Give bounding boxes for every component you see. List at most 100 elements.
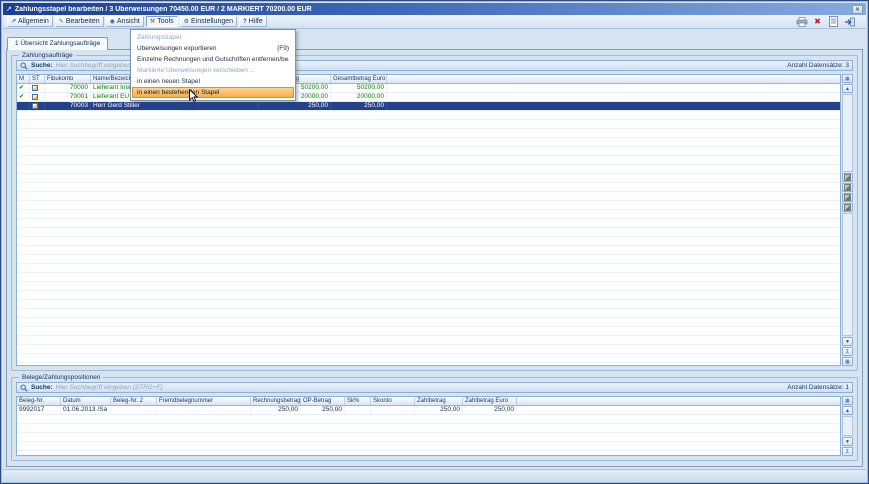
grid-extra-button-1[interactable] [842,173,853,182]
document-button[interactable] [827,16,840,28]
cell-sk [345,406,371,414]
menu-bearbeiten-label: Bearbeiten [66,18,100,25]
menu-item-markierte-verschieben: Markierte Überweisungen verschieben ... [132,65,294,76]
marked-check-icon: ✔ [19,85,24,91]
cell-name: Herr Gerd Stiller [91,102,199,110]
payment-type-icon [32,85,38,91]
mouse-cursor [189,89,201,103]
allgemein-icon: ↗ [11,19,16,25]
menu-ansicht[interactable]: ◉ Ansicht [106,16,144,27]
menu-item-in-bestehenden-stapel[interactable]: in einen bestehenden Stapel [132,87,294,98]
column-header-beleg-nr-2[interactable]: Beleg-Nr. 2 [111,397,157,405]
menu-allgemein-label: Allgemein [18,18,49,25]
title-bar: ↗ Zahlungsstapel bearbeiten / 3 Überweis… [3,3,866,15]
column-header-op-betrag[interactable]: OP-Betrag [301,397,345,405]
menu-hilfe-label: Hilfe [249,18,263,25]
cell-fremdbelegnummer [157,406,251,414]
cell-skonto [371,406,415,414]
column-header-rechnungsbetrag[interactable]: Rechnungsbetrag [251,397,301,405]
grid-extra-icon [845,195,850,200]
columns-button[interactable]: ▦ [842,74,853,83]
columns-button[interactable]: ▦ [842,396,853,405]
content-panel: Zahlungsaufträge Suche: Hier Suchbegriff… [6,49,863,467]
status-bar [3,469,866,481]
column-header-fibukonto[interactable]: Fibukonto [45,75,91,83]
sum-button[interactable]: Σ [842,347,853,356]
payments-grid-sidebar: ▦ ▲ ▼ Σ ▦ [842,74,853,366]
tab-strip: 1 Übersicht Zahlungsaufträge [7,37,108,50]
column-header-sk[interactable]: Sk% [345,397,371,405]
document-icon [829,16,838,27]
column-header-m[interactable]: M [17,75,30,83]
grid-view-button[interactable]: ▦ [842,357,853,366]
table-row[interactable]: 9992017 01.06.2013 /Sa 250,00 250,00 250… [17,406,840,415]
empty-rows-area [17,111,840,365]
search-icon [20,384,28,392]
menu-bar: ↗ Allgemein ✎ Bearbeiten ◉ Ansicht ⚒ Too… [3,15,866,29]
column-header-fremdbelegnummer[interactable]: Fremdbelegnummer [157,397,251,405]
menu-bearbeiten[interactable]: ✎ Bearbeiten [55,16,104,27]
menu-einstellungen[interactable]: ⚙ Einstellungen [180,16,237,27]
cell-zahlbetrag-euro: 250,00 [463,406,517,414]
print-button[interactable] [795,16,808,28]
view-icon: ◉ [110,19,115,25]
scrollbar-track[interactable] [842,416,853,436]
menu-ansicht-label: Ansicht [117,18,140,25]
belege-zahlungspositionen-group: Belege/Zahlungspositionen Suche: Hier Su… [11,377,858,461]
cell-zahlbetrag: 250,00 [415,406,463,414]
menu-allgemein[interactable]: ↗ Allgemein [7,16,53,27]
cell-gesamtbetrag-euro: 250,00 [331,102,387,110]
delete-button[interactable]: ✖ [811,16,824,28]
red-x-icon: ✖ [814,18,821,26]
empty-rows-area [17,415,840,455]
cell-fibukonto: 70003 [45,102,91,110]
grid-extra-icon [845,205,850,210]
column-header-gesamtbetrag-euro[interactable]: Gesamtbetrag Euro [331,75,387,83]
window-title: Zahlungsstapel bearbeiten / 3 Überweisun… [15,6,849,13]
exit-button[interactable] [843,16,856,28]
cell-beleg-nr-2 [111,406,157,414]
app-window: ↗ Zahlungsstapel bearbeiten / 3 Überweis… [0,0,869,484]
cell-datum: 01.06.2013 /Sa [61,406,111,414]
grid-extra-button-3[interactable] [842,193,853,202]
column-header-zahlbetrag[interactable]: Zahlbetrag [415,397,463,405]
exit-icon [844,17,855,27]
positions-table: Beleg-Nr. Datum Beleg-Nr. 2 Fremdbelegnu… [16,396,841,456]
sum-button[interactable]: Σ [842,447,853,456]
tools-menu: Zahlungsstapel Überweisungen exportieren… [130,29,296,101]
menu-item-einzelne-rechnungen-entfernen[interactable]: Einzelne Rechnungen und Gutschriften ent… [132,54,294,65]
grid-extra-button-4[interactable] [842,203,853,212]
menu-einstellungen-label: Einstellungen [191,18,233,25]
close-window-button[interactable]: ✕ [852,5,863,14]
tab-uebersicht-zahlungsauftraege[interactable]: 1 Übersicht Zahlungsaufträge [7,37,108,50]
menu-item-in-neuen-stapel[interactable]: in einen neuen Stapel [132,76,294,87]
edit-pencil-icon: ✎ [59,19,64,25]
column-header-zahlbetrag-euro[interactable]: Zahlbetrag Euro [463,397,517,405]
grid-extra-button-2[interactable] [842,183,853,192]
payments-table: M ST Fibukonto Name/Bezeichnung Gesamtbe… [16,74,841,366]
scrollbar-track[interactable] [842,94,853,172]
scroll-down-button[interactable]: ▼ [842,337,853,346]
grid-extra-icon [845,185,850,190]
positions-search-input[interactable]: Hier Suchbegriff eingeben (STRG+F) [56,384,163,391]
cell-gesamtbetrag-euro: 20000,00 [331,93,387,101]
scroll-up-button[interactable]: ▲ [842,406,853,415]
search-label: Suche: [31,62,53,69]
column-header-st[interactable]: ST [30,75,45,83]
scroll-down-button[interactable]: ▼ [842,437,853,446]
column-header-beleg-nr[interactable]: Beleg-Nr. [17,397,61,405]
column-header-datum[interactable]: Datum [61,397,111,405]
scroll-up-button[interactable]: ▲ [842,84,853,93]
menu-tools[interactable]: ⚒ Tools [146,16,178,27]
table-row-selected[interactable]: 70003 Herr Gerd Stiller 250,00 250,00 [17,102,840,111]
menu-hilfe[interactable]: ? Hilfe [239,16,267,27]
cell-gesamtbetrag-euro: 50200,00 [331,84,387,92]
menu-item-ueberweisungen-exportieren[interactable]: Überweisungen exportieren (F9) [132,43,294,54]
scrollbar-track[interactable] [842,213,853,336]
menu-shortcut: (F9) [277,45,289,52]
cell-beleg-nr: 9992017 [17,406,61,414]
column-header-skonto[interactable]: Skonto [371,397,415,405]
zahlungsauftraege-group: Zahlungsaufträge Suche: Hier Suchbegriff… [11,55,858,371]
payment-type-icon [32,94,38,100]
cell-gesamtbetrag: 250,00 [259,102,331,110]
